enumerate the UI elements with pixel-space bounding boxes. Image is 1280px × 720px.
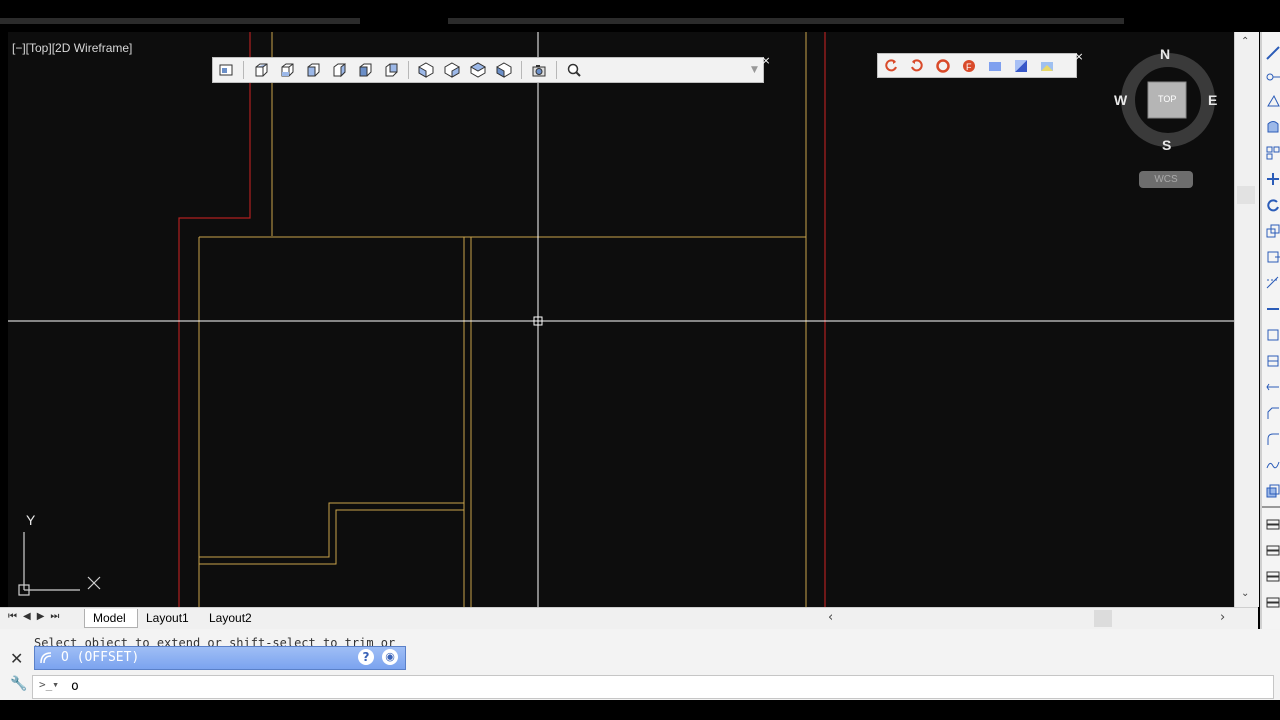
break-icon[interactable]: [1266, 328, 1280, 342]
scroll-up-icon[interactable]: ⌃: [1241, 36, 1249, 47]
adjust-distance-icon[interactable]: F: [958, 56, 980, 76]
polygon-icon[interactable]: [1266, 94, 1280, 108]
ne-isometric-icon[interactable]: [467, 60, 489, 80]
tab-nav-arrows[interactable]: ⏮◀▶⏭: [8, 611, 65, 622]
hscroll-thumb[interactable]: [1094, 610, 1112, 627]
move-icon[interactable]: [1266, 172, 1280, 186]
viewcube[interactable]: N S E W TOP: [1112, 44, 1224, 156]
svg-text:F: F: [966, 62, 972, 72]
layer-states-icon[interactable]: [1266, 570, 1280, 584]
help-icon[interactable]: ?: [358, 649, 374, 665]
autocomplete-suggestion[interactable]: O (OFFSET) ? ◉: [34, 646, 406, 670]
layout-tabs-bar: ⏮◀▶⏭ Model Layout1 Layout2 ‹ ›: [0, 607, 1258, 630]
viewport-controls-label[interactable]: [−][Top][2D Wireframe]: [12, 41, 132, 55]
views-toolbar: ▼ ×: [212, 55, 771, 83]
tab-model[interactable]: Model: [84, 609, 138, 628]
compass-west-label[interactable]: W: [1114, 92, 1127, 108]
front-view-icon[interactable]: [354, 60, 376, 80]
compass-south-label[interactable]: S: [1162, 137, 1171, 153]
command-prompt-icon[interactable]: >_▾: [39, 678, 59, 691]
customize-wrench-icon[interactable]: 🔧: [10, 676, 27, 692]
bottom-view-icon[interactable]: [276, 60, 298, 80]
blend-icon[interactable]: [1266, 458, 1280, 472]
close-icon[interactable]: ×: [1074, 51, 1084, 62]
rotate-icon[interactable]: [1266, 198, 1280, 212]
scroll-right-icon[interactable]: ›: [1220, 610, 1225, 625]
title-strip: [0, 0, 1280, 32]
wall-polyline: [199, 502, 464, 558]
ucs-y-label: Y: [26, 512, 36, 528]
back-view-icon[interactable]: [380, 60, 402, 80]
trim-icon[interactable]: [1266, 276, 1280, 290]
layer-icon[interactable]: [1266, 518, 1280, 532]
scroll-thumb[interactable]: [1237, 186, 1255, 204]
free-orbit-icon[interactable]: [906, 56, 928, 76]
array-icon[interactable]: [1266, 146, 1280, 160]
red-linework: [178, 32, 826, 607]
layer-previous-icon[interactable]: [1266, 544, 1280, 558]
compass-north-label[interactable]: N: [1160, 46, 1170, 62]
yellow-linework: [198, 32, 807, 607]
chamfer-icon[interactable]: [1266, 406, 1280, 420]
ucs-icon: [18, 532, 101, 596]
wcs-menu[interactable]: WCS: [1139, 171, 1193, 188]
line-icon[interactable]: [1266, 46, 1280, 60]
se-isometric-icon[interactable]: [441, 60, 463, 80]
tab-layout1[interactable]: Layout1: [146, 611, 189, 625]
right-view-icon[interactable]: [328, 60, 350, 80]
viewcube-face-top[interactable]: TOP: [1158, 94, 1176, 104]
toolbar-separator: [243, 61, 244, 79]
toolbar-separator: [556, 61, 557, 79]
scroll-left-icon[interactable]: ‹: [828, 610, 833, 625]
drawing-canvas[interactable]: [8, 32, 1234, 607]
compass-east-label[interactable]: E: [1208, 92, 1217, 108]
crosshair-cursor: [8, 32, 1234, 607]
fillet-icon[interactable]: [1266, 432, 1280, 446]
orbit-icon[interactable]: [880, 56, 902, 76]
orbit-toolbar: F ×: [877, 51, 1084, 78]
sw-isometric-icon[interactable]: [415, 60, 437, 80]
close-icon[interactable]: ✕: [10, 649, 23, 668]
swivel-icon[interactable]: [984, 56, 1006, 76]
continuous-orbit-icon[interactable]: [932, 56, 954, 76]
toolbar-separator: [408, 61, 409, 79]
command-input[interactable]: [69, 678, 373, 695]
tab-layout2[interactable]: Layout2: [209, 611, 252, 625]
offset-icon: [40, 652, 52, 664]
wall-polyline: [199, 509, 464, 565]
polyline-icon[interactable]: [1266, 70, 1280, 84]
named-views-icon[interactable]: [215, 60, 237, 80]
command-line: >_▾: [32, 675, 1274, 699]
left-view-icon[interactable]: [302, 60, 324, 80]
vertical-scrollbar[interactable]: ⌃ ⌄: [1234, 32, 1259, 607]
globe-icon[interactable]: ◉: [382, 649, 398, 665]
panel-separator: [1262, 506, 1280, 508]
drawing-viewport[interactable]: Y: [8, 32, 1234, 607]
nw-isometric-icon[interactable]: [493, 60, 515, 80]
fly-icon[interactable]: [1036, 56, 1058, 76]
explode-icon[interactable]: [1266, 380, 1280, 394]
close-icon[interactable]: ×: [761, 55, 771, 66]
layer-walk-icon[interactable]: [1266, 596, 1280, 610]
zoom-realtime-icon[interactable]: [563, 60, 585, 80]
walk-icon[interactable]: [1010, 56, 1032, 76]
scroll-down-icon[interactable]: ⌄: [1241, 588, 1249, 599]
toolbar-separator: [521, 61, 522, 79]
red-polyline: [178, 32, 251, 607]
rectangle-icon[interactable]: [1266, 120, 1280, 134]
top-view-icon[interactable]: [250, 60, 272, 80]
draw-modify-toolbar: [1260, 32, 1280, 632]
camera-icon[interactable]: [528, 60, 550, 80]
copy-icon[interactable]: [1266, 484, 1280, 498]
suggestion-label: O (OFFSET): [61, 650, 140, 665]
join-icon[interactable]: [1266, 354, 1280, 368]
extend-icon[interactable]: [1266, 302, 1280, 316]
bottom-strip: [0, 700, 1280, 720]
stretch-icon[interactable]: [1266, 250, 1280, 264]
scale-icon[interactable]: [1266, 224, 1280, 238]
